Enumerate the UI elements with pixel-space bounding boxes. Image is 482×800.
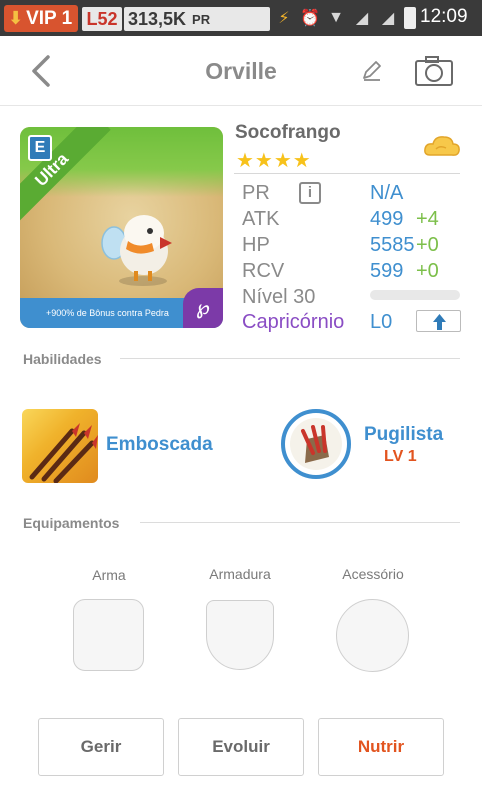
- feed-button[interactable]: Nutrir: [318, 718, 444, 776]
- claw-icon[interactable]: [281, 409, 351, 479]
- pr-value: N/A: [370, 182, 404, 204]
- rcv-label: RCV: [242, 260, 285, 282]
- signal-icon: ◢: [381, 10, 395, 27]
- camera-icon[interactable]: [414, 55, 454, 87]
- up-arrow-icon: [433, 314, 446, 330]
- exp-bar: [370, 290, 460, 300]
- rarity-stars: ★★★★: [236, 150, 312, 172]
- skill-2-level: LV 1: [384, 448, 417, 465]
- system-icons: ⚡ ⏰ ▼ ◢ ◢: [274, 6, 416, 30]
- skills-heading: Habilidades: [23, 351, 102, 367]
- skills-divider: [120, 358, 460, 359]
- accessory-slot[interactable]: [336, 599, 409, 672]
- equipment-divider: [140, 522, 460, 523]
- armor-slot[interactable]: [206, 600, 274, 670]
- edit-pencil-icon[interactable]: [360, 58, 384, 82]
- vip-badge[interactable]: ⬇ VIP 1: [4, 5, 78, 32]
- atk-bonus: +4: [416, 208, 439, 230]
- card-corner-logo: ℘: [183, 288, 223, 328]
- power-value: 313,5K: [128, 8, 187, 29]
- vip-label: VIP 1: [26, 7, 73, 29]
- monster-portrait: [101, 215, 172, 286]
- cloud-icon: [424, 136, 460, 156]
- atk-label: ATK: [242, 208, 280, 230]
- name-divider: [234, 173, 460, 174]
- zodiac-level: L0: [370, 311, 393, 333]
- skill-1-name[interactable]: Emboscada: [106, 434, 213, 456]
- battery-icon: [404, 7, 416, 29]
- page-title: Orville: [205, 58, 277, 84]
- power-unit: PR: [192, 11, 211, 27]
- rcv-value: 599: [370, 260, 404, 282]
- evolve-button[interactable]: Evoluir: [178, 718, 304, 776]
- hp-label: HP: [242, 234, 270, 256]
- arrows-icon[interactable]: [22, 409, 98, 484]
- weapon-slot[interactable]: [73, 599, 144, 671]
- equipment-heading: Equipamentos: [23, 515, 120, 531]
- player-level: L52: [82, 7, 122, 31]
- clock: 12:09: [420, 6, 468, 27]
- bolt-icon: ⚡: [278, 10, 290, 27]
- hp-value: 5585: [370, 234, 415, 256]
- accessory-label: Acessório: [342, 566, 404, 582]
- zodiac-upgrade-button[interactable]: [416, 310, 461, 332]
- evolution-badge: E: [28, 135, 52, 161]
- header: Orville: [0, 36, 482, 106]
- pr-label: PR: [242, 182, 270, 204]
- alarm-icon: ⏰: [300, 10, 320, 27]
- rcv-bonus: +0: [416, 260, 439, 282]
- monster-card[interactable]: Ultra E +900% de Bônus contra Pedra ℘: [20, 127, 223, 328]
- signal-2g-icon: ◢: [355, 10, 369, 27]
- hp-bonus: +0: [416, 234, 439, 256]
- power-display: 313,5K PR: [124, 7, 270, 31]
- skill-2-name[interactable]: Pugilista: [364, 424, 443, 446]
- atk-value: 499: [370, 208, 404, 230]
- wifi-icon: ▼: [328, 9, 344, 26]
- armor-label: Armadura: [209, 566, 271, 582]
- zodiac-label: Capricórnio: [242, 311, 345, 333]
- download-arrow-icon: ⬇: [8, 8, 24, 28]
- status-bar: ⬇ VIP 1 L52 313,5K PR ⚡ ⏰ ▼ ◢ ◢ 12:09: [0, 0, 482, 36]
- manage-button[interactable]: Gerir: [38, 718, 164, 776]
- weapon-label: Arma: [92, 567, 126, 583]
- info-icon[interactable]: i: [299, 182, 321, 204]
- monster-name: Socofrango: [235, 122, 341, 143]
- level-label: Nível 30: [242, 286, 316, 308]
